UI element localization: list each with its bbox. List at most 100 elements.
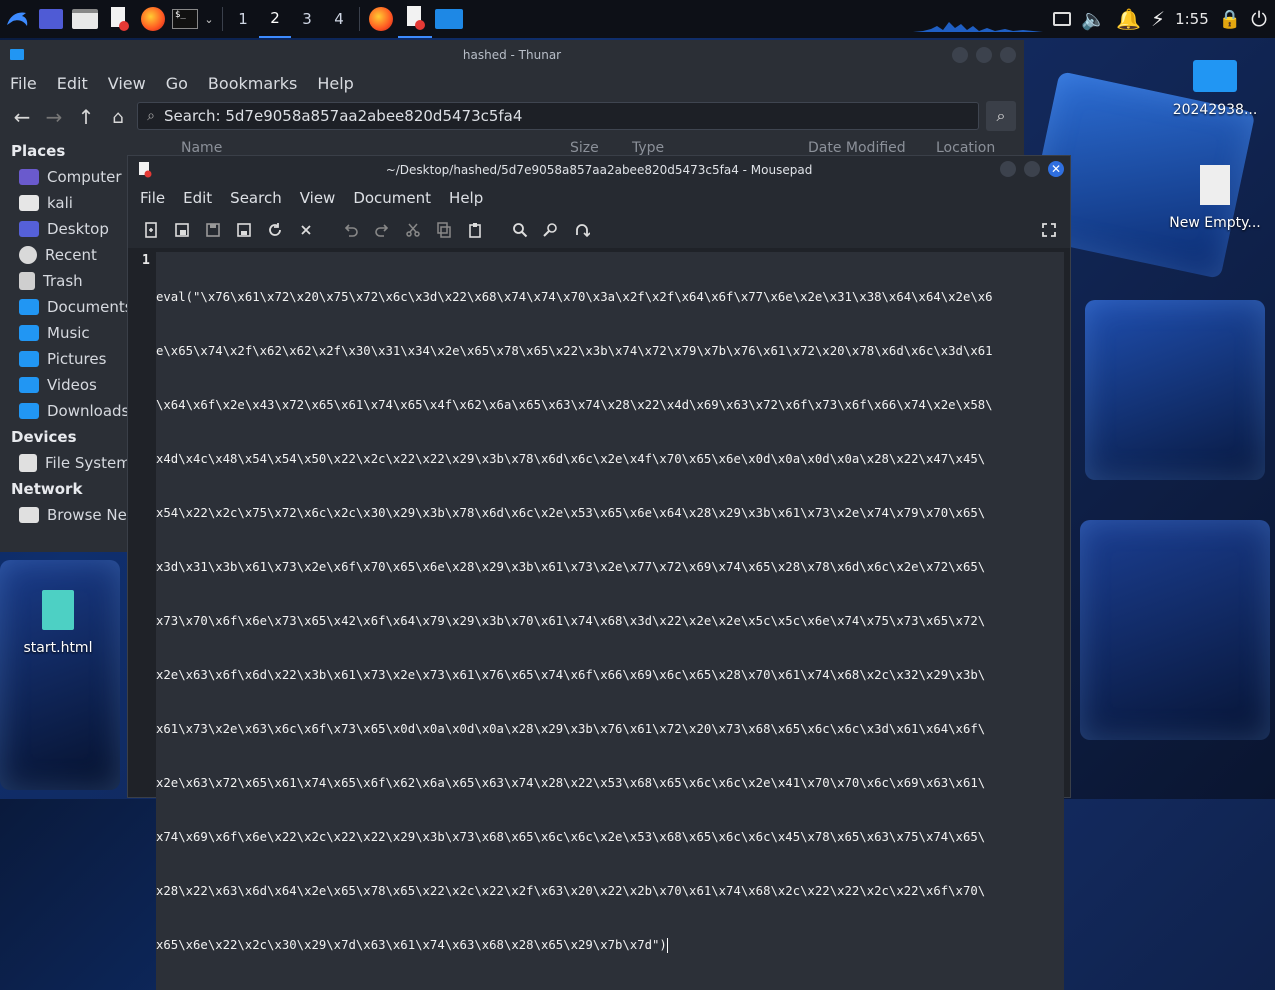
menu-edit[interactable]: Edit xyxy=(47,74,98,93)
save-icon[interactable] xyxy=(197,212,228,248)
redo-icon[interactable] xyxy=(366,212,397,248)
reload-icon[interactable] xyxy=(259,212,290,248)
lock-screen-icon[interactable]: 🔒 xyxy=(1219,9,1241,30)
sidebar-item-label: Computer xyxy=(47,168,122,186)
search-icon[interactable] xyxy=(504,212,535,248)
minimize-button[interactable] xyxy=(1000,161,1016,177)
column-type[interactable]: Type xyxy=(632,140,664,156)
folder-icon xyxy=(10,49,24,60)
power-icon[interactable]: ⏻ xyxy=(1251,7,1267,31)
back-arrow-icon[interactable]: ← xyxy=(6,105,38,129)
menu-edit[interactable]: Edit xyxy=(174,189,221,207)
menu-file[interactable]: File xyxy=(131,189,174,207)
menu-go[interactable]: Go xyxy=(156,74,198,93)
go-to-line-icon[interactable] xyxy=(566,212,597,248)
mousepad-titlebar[interactable]: ~/Desktop/hashed/5d7e9058a857aa2abee820d… xyxy=(128,156,1070,184)
drive-icon xyxy=(19,454,37,472)
find-replace-icon[interactable] xyxy=(535,212,566,248)
kali-menu-icon[interactable] xyxy=(0,0,34,38)
menu-view[interactable]: View xyxy=(98,74,156,93)
file-manager-icon[interactable] xyxy=(68,0,102,38)
column-date-modified[interactable]: Date Modified xyxy=(808,140,906,156)
desktop-empty-file-icon[interactable]: New Empty... xyxy=(1160,165,1270,231)
workspace-3[interactable]: 3 xyxy=(291,0,323,38)
firefox-task-icon[interactable] xyxy=(364,0,398,38)
home-icon[interactable]: ⌂ xyxy=(102,107,134,128)
top-panel: $_ ⌄ 1 2 3 4 🔈 🔔 ⚡ 1:55 🔒 ⏻ xyxy=(0,0,1275,38)
sidebar-item-kali[interactable]: kali xyxy=(0,190,127,216)
search-button[interactable]: ⌕ xyxy=(986,101,1016,131)
menu-document[interactable]: Document xyxy=(344,189,440,207)
chevron-down-icon[interactable]: ⌄ xyxy=(200,0,218,38)
thunar-menubar: File Edit View Go Bookmarks Help xyxy=(0,70,1024,96)
maximize-button[interactable] xyxy=(1024,161,1040,177)
search-input[interactable]: ⌕ Search: 5d7e9058a857aa2abee820d5473c5f… xyxy=(137,102,979,130)
volume-icon[interactable]: 🔈 xyxy=(1081,7,1106,31)
desktop-folder-icon[interactable]: 20242938... xyxy=(1165,60,1265,118)
cut-icon[interactable] xyxy=(397,212,428,248)
close-button[interactable] xyxy=(1000,47,1016,63)
sidebar-item-pictures[interactable]: Pictures xyxy=(0,346,127,372)
sidebar-item-music[interactable]: Music xyxy=(0,320,127,346)
forward-arrow-icon[interactable]: → xyxy=(38,105,70,129)
desktop-html-file-icon[interactable]: start.html xyxy=(10,590,106,656)
menu-help[interactable]: Help xyxy=(440,189,492,207)
up-arrow-icon[interactable]: ↑ xyxy=(70,105,102,129)
battery-charging-icon[interactable]: ⚡ xyxy=(1151,7,1165,31)
clock[interactable]: 1:55 xyxy=(1175,10,1209,28)
sidebar-item-file-system[interactable]: File System xyxy=(0,450,131,476)
mousepad-task-icon[interactable] xyxy=(398,0,432,38)
menu-view[interactable]: View xyxy=(291,189,345,207)
thunar-task-icon[interactable] xyxy=(432,0,466,38)
sidebar-item-desktop[interactable]: Desktop xyxy=(0,216,127,242)
new-document-icon[interactable] xyxy=(135,212,166,248)
menu-file[interactable]: File xyxy=(0,74,47,93)
mousepad-window: ~/Desktop/hashed/5d7e9058a857aa2abee820d… xyxy=(127,155,1071,990)
sidebar-item-documents[interactable]: Documents xyxy=(0,294,133,320)
workspace-2[interactable]: 2 xyxy=(259,0,291,38)
text-editor-area[interactable]: 1 eval("\x76\x61\x72\x20\x75\x72\x6c\x3d… xyxy=(128,248,1070,990)
desktop-icon xyxy=(19,221,39,237)
fullscreen-icon[interactable] xyxy=(1033,212,1064,248)
notification-bell-icon[interactable]: 🔔 xyxy=(1116,7,1141,31)
workspace-1[interactable]: 1 xyxy=(227,0,259,38)
save-as-icon[interactable] xyxy=(228,212,259,248)
sidebar-item-label: kali xyxy=(47,194,73,212)
column-location[interactable]: Location xyxy=(936,140,995,156)
search-icon: ⌕ xyxy=(996,106,1006,125)
text-editor-icon[interactable] xyxy=(102,0,136,38)
menu-search[interactable]: Search xyxy=(221,189,291,207)
mousepad-app-icon xyxy=(139,162,152,178)
paste-icon[interactable] xyxy=(459,212,490,248)
copy-icon[interactable] xyxy=(428,212,459,248)
menu-bookmarks[interactable]: Bookmarks xyxy=(198,74,307,93)
mousepad-toolbar xyxy=(128,212,1070,248)
close-document-icon[interactable] xyxy=(290,212,321,248)
firefox-icon[interactable] xyxy=(136,0,170,38)
sidebar-item-browse-network[interactable]: Browse Netw xyxy=(0,502,145,528)
sidebar-item-recent[interactable]: Recent xyxy=(0,242,127,268)
maximize-button[interactable] xyxy=(976,47,992,63)
show-desktop-icon[interactable] xyxy=(34,0,68,38)
sidebar-item-videos[interactable]: Videos xyxy=(0,372,127,398)
close-button[interactable]: ✕ xyxy=(1048,161,1064,177)
sidebar-item-downloads[interactable]: Downloads xyxy=(0,398,130,424)
code-text[interactable]: eval("\x76\x61\x72\x20\x75\x72\x6c\x3d\x… xyxy=(156,252,1064,990)
new-window-icon[interactable] xyxy=(166,212,197,248)
keyboard-icon[interactable] xyxy=(1053,12,1072,26)
music-folder-icon xyxy=(19,325,39,341)
sidebar-item-trash[interactable]: Trash xyxy=(0,268,127,294)
thunar-titlebar[interactable]: hashed - Thunar xyxy=(0,40,1024,70)
column-size[interactable]: Size xyxy=(570,140,599,156)
undo-icon[interactable] xyxy=(335,212,366,248)
code-line: x65\x6e\x22\x2c\x30\x29\x7d\x63\x61\x74\… xyxy=(156,938,667,952)
sidebar-item-computer[interactable]: Computer xyxy=(0,164,127,190)
code-line: e\x65\x74\x2f\x62\x62\x2f\x30\x31\x34\x2… xyxy=(156,344,993,358)
column-name[interactable]: Name xyxy=(181,140,222,156)
search-value: Search: 5d7e9058a857aa2abee820d5473c5fa4 xyxy=(164,107,523,125)
menu-help[interactable]: Help xyxy=(307,74,363,93)
terminal-icon[interactable]: $_ xyxy=(170,0,200,38)
minimize-button[interactable] xyxy=(952,47,968,63)
workspace-4[interactable]: 4 xyxy=(323,0,355,38)
sidebar-item-label: Downloads xyxy=(47,402,130,420)
